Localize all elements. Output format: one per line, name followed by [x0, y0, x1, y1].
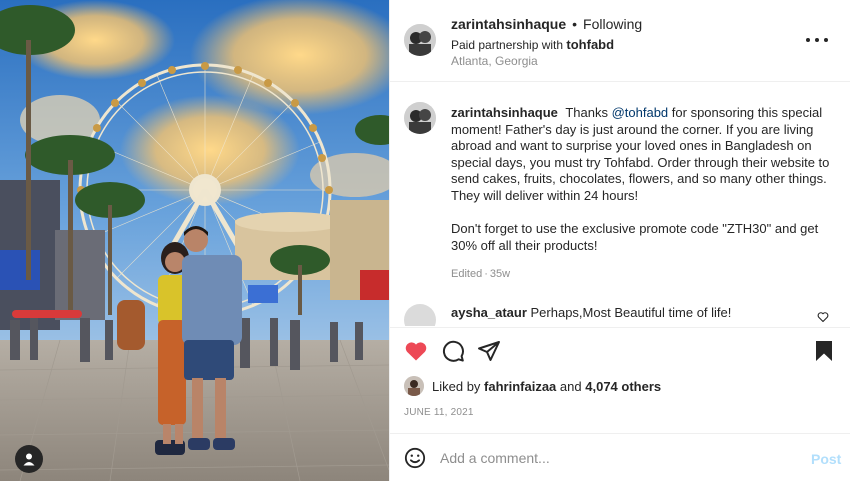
commenter-username[interactable]: aysha_ataur	[451, 305, 527, 320]
post-caption: zarintahsinhaque Thanks @tohfabd for spo…	[451, 105, 833, 254]
add-comment-bar: Post	[390, 433, 850, 481]
heart-filled-icon[interactable]	[404, 339, 428, 363]
post-side-panel: zarintahsinhaque • Following Paid partne…	[389, 0, 850, 481]
liked-by-prefix: Liked by	[432, 378, 481, 394]
comment-input[interactable]	[440, 446, 790, 470]
bookmark-filled-icon[interactable]	[813, 339, 835, 363]
more-horizontal-icon[interactable]	[806, 32, 828, 48]
comment-text: Perhaps,Most Beautiful time of life!	[530, 305, 732, 320]
likes-and: and	[559, 378, 582, 394]
partner-link[interactable]: tohfabd	[566, 37, 614, 52]
post-photo[interactable]	[0, 0, 389, 481]
heart-outline-icon[interactable]	[817, 311, 829, 323]
post-comment-button[interactable]: Post	[811, 451, 841, 467]
post-date[interactable]: JUNE 11, 2021	[404, 407, 474, 418]
author-avatar[interactable]	[404, 24, 436, 56]
caption-paragraph-2: Don't forget to use the exclusive promot…	[451, 221, 819, 253]
header-title-row: zarintahsinhaque • Following	[451, 16, 642, 32]
paid-partnership-line: Paid partnership with tohfabd	[451, 37, 614, 52]
comments-section: zarintahsinhaque Thanks @tohfabd for spo…	[390, 83, 850, 326]
caption-author-avatar[interactable]	[404, 102, 436, 134]
caption-mention-link[interactable]: @tohfabd	[612, 105, 669, 120]
following-button[interactable]: Following	[583, 16, 642, 32]
post-header: zarintahsinhaque • Following Paid partne…	[390, 0, 850, 82]
post-action-bar	[390, 327, 850, 373]
paper-plane-icon[interactable]	[477, 339, 501, 363]
liker-username[interactable]: fahrinfaizaa	[484, 379, 556, 394]
caption-meta: Edited · 35w	[451, 268, 511, 280]
comment-item: aysha_ataur Perhaps,Most Beautiful time …	[451, 305, 731, 320]
instagram-post-modal: zarintahsinhaque • Following Paid partne…	[0, 0, 850, 481]
caption-username[interactable]: zarintahsinhaque	[451, 105, 558, 120]
edited-label: Edited	[451, 268, 483, 280]
caption-age[interactable]: 35w	[490, 268, 510, 280]
comment-bubble-icon[interactable]	[441, 339, 465, 363]
liker-avatar[interactable]	[404, 376, 424, 396]
commenter-avatar[interactable]	[404, 304, 436, 326]
location-link[interactable]: Atlanta, Georgia	[451, 54, 538, 68]
emoji-smile-icon[interactable]	[404, 447, 426, 469]
likes-others-link[interactable]: 4,074 others	[585, 379, 661, 394]
separator-dot: •	[572, 16, 578, 32]
caption-thanks: Thanks	[565, 105, 608, 120]
likes-summary: Liked by fahrinfaizaa and 4,074 others	[404, 376, 661, 396]
post-image	[0, 0, 389, 481]
user-tag-icon[interactable]	[15, 445, 43, 473]
author-username[interactable]: zarintahsinhaque	[451, 16, 566, 32]
partnership-prefix: Paid partnership with	[451, 38, 564, 52]
